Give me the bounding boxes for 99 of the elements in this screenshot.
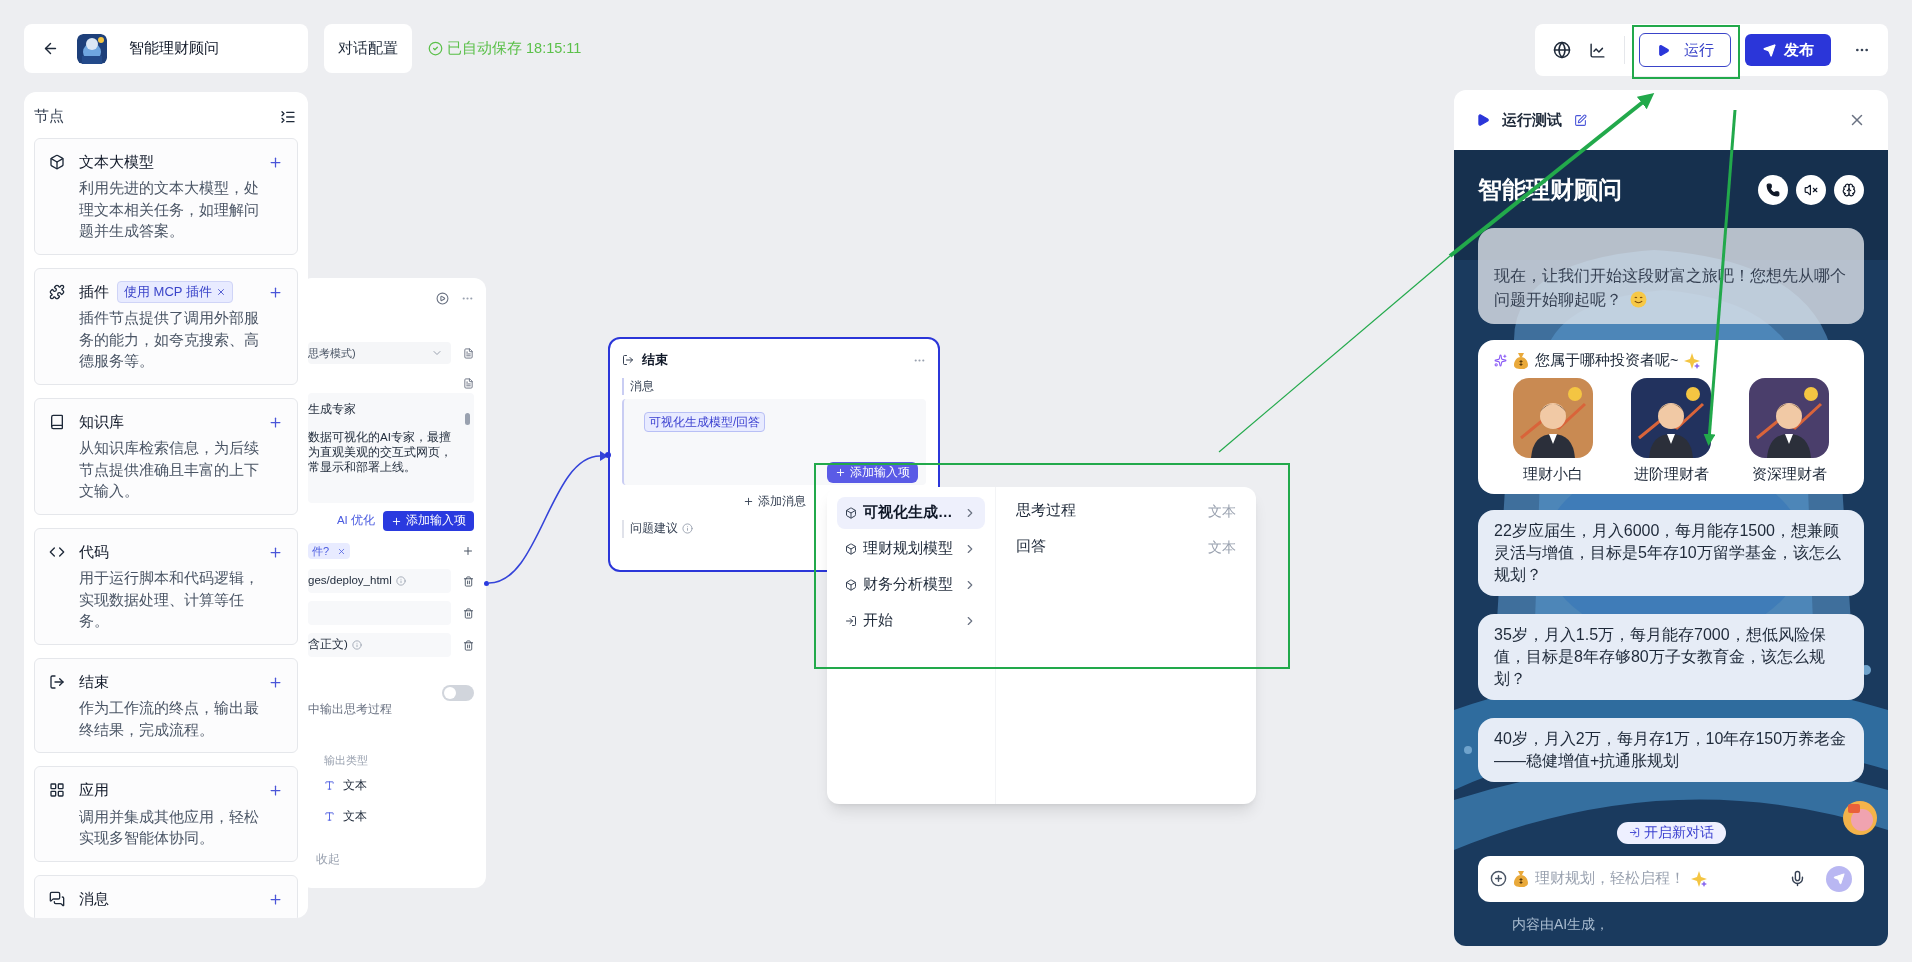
node-description: 利用先进的文本大模型，处理文本相关任务，如理解问题并生成答案。 [79, 178, 260, 242]
cube-icon [49, 153, 65, 170]
node-card[interactable]: 文本大模型 利用先进的文本大模型，处理文本相关任务，如理解问题并生成答案。 [34, 137, 298, 255]
app-title: 智能理财顾问 [129, 38, 219, 59]
add-icon[interactable] [268, 891, 283, 907]
node-title: 应用 [79, 780, 109, 801]
node-title: 知识库 [79, 411, 124, 432]
entry-icon [845, 615, 857, 627]
node-card[interactable]: 消息 [34, 874, 298, 918]
model-select[interactable]: 思考模式) [308, 342, 451, 364]
node-description: 插件节点提供了调用外部服务的能力，如夸克搜索、高德服务等。 [79, 308, 260, 372]
toggle-label: 中输出思考过程 [308, 702, 393, 717]
add-icon[interactable] [268, 544, 283, 560]
back-icon[interactable] [42, 40, 59, 57]
run-icon[interactable] [436, 291, 449, 305]
prompt-text: 数据可视化的AI专家，最擅 [308, 430, 452, 446]
grid-icon [49, 782, 65, 799]
field-label: 消息 [622, 377, 926, 395]
exit-icon [622, 354, 634, 367]
remove-icon[interactable] [337, 546, 347, 556]
variable-tag[interactable]: 可视化生成模型/回答 [644, 412, 766, 432]
text-type-icon [324, 779, 335, 791]
send-icon [1762, 43, 1776, 57]
prompt-text: 为直观美观的交互式网页， [308, 445, 453, 461]
puzzle-icon [49, 283, 65, 300]
add-icon[interactable] [268, 154, 283, 170]
chat-bubbles-icon [49, 890, 65, 907]
book-icon [49, 413, 65, 430]
exit-icon [49, 673, 65, 690]
play-icon [1656, 43, 1670, 57]
cube-icon [845, 579, 857, 591]
panel-title: 节点 [34, 107, 64, 126]
text-type-icon [324, 811, 335, 823]
node-title: 代码 [79, 541, 109, 562]
menu-item[interactable]: 财务分析模型 [837, 569, 985, 601]
add-icon[interactable] [268, 783, 283, 798]
mcp-tag[interactable]: 使用 MCP 插件 [117, 281, 233, 303]
node-card[interactable]: 结束 作为工作流的终点，输出最终结果，完成流程。 [34, 657, 298, 754]
plus-icon [835, 467, 846, 478]
add-icon[interactable] [268, 674, 283, 690]
add-icon[interactable] [268, 284, 283, 300]
prompt-heading: 生成专家 [308, 402, 357, 417]
collapse-panel-icon[interactable] [280, 108, 296, 125]
save-status: 已自动保存 18:15:11 [447, 38, 582, 58]
delete-icon[interactable] [463, 607, 474, 619]
add-message-button[interactable]: 添加消息 [743, 493, 806, 511]
edit-icon[interactable] [1574, 113, 1587, 127]
field-label: 问题建议 [630, 521, 678, 537]
chart-icon[interactable] [1589, 41, 1606, 59]
globe-icon[interactable] [1553, 41, 1571, 59]
toggle-switch[interactable] [442, 685, 474, 701]
node-card[interactable]: 插件 使用 MCP 插件 插件节点提供了调用外部服务的能力，如夸克搜索、高德服务等。 [34, 267, 298, 385]
input-field[interactable]: ges/deploy_html [308, 569, 451, 593]
node-description: 用于运行脚本和代码逻辑，实现数据处理、计算等任务。 [79, 568, 260, 632]
column-header: 输出类型 [324, 753, 369, 769]
cube-icon [845, 507, 857, 519]
add-icon[interactable] [462, 545, 474, 557]
cube-icon [845, 543, 857, 555]
add-icon[interactable] [268, 414, 283, 430]
node-description: 从知识库检索信息，为后续节点提供准确且丰富的上下文输入。 [79, 438, 260, 502]
ai-optimize-button[interactable]: AI 优化 [336, 512, 375, 530]
delete-icon[interactable] [463, 639, 474, 651]
variable-tag[interactable]: 件? [308, 543, 351, 559]
output-type: 文本 [343, 777, 367, 793]
info-icon [351, 640, 362, 650]
node-title: 插件 [79, 281, 109, 302]
play-icon [1476, 113, 1490, 127]
node-description: 作为工作流的终点，输出最终结果，完成流程。 [79, 698, 260, 740]
delete-icon[interactable] [463, 575, 474, 587]
node-card[interactable]: 应用 调用并集成其他应用，轻松实现多智能体协同。 [34, 766, 298, 862]
node-title: 消息 [79, 888, 109, 909]
plus-icon [391, 515, 402, 527]
node-title: 结束 [79, 671, 109, 692]
output-type: 文本 [343, 809, 367, 824]
panel-title: 运行测试 [1502, 109, 1562, 130]
plus-icon [743, 496, 754, 508]
prompt-text: 常显示和部署上线。 [308, 460, 417, 476]
remove-icon[interactable] [215, 287, 226, 297]
config-button[interactable]: 对话配置 [324, 24, 412, 73]
info-icon [395, 576, 406, 586]
scrollbar[interactable] [465, 413, 470, 425]
input-field[interactable]: 含正文) [308, 633, 451, 657]
run-button[interactable]: 运行 [1639, 33, 1731, 67]
node-description: 调用并集成其他应用，轻松实现多智能体协同。 [79, 806, 260, 849]
menu-item[interactable]: 思考过程 文本 [1016, 499, 1236, 523]
publish-button[interactable]: 发布 [1745, 34, 1831, 66]
add-input-button[interactable]: 添加输入项 [383, 511, 474, 531]
menu-item[interactable]: 可视化生成… [837, 497, 985, 529]
info-icon [682, 523, 693, 535]
prompt-editor[interactable]: 生成专家 数据可视化的AI专家，最擅 为直观美观的交互式网页， 常显示和部署上线。 [308, 393, 474, 503]
document-icon[interactable] [463, 347, 474, 359]
check-icon [428, 41, 443, 56]
document-icon[interactable] [463, 378, 474, 389]
node-title: 结束 [642, 352, 668, 369]
menu-item[interactable]: 回答 文本 [1016, 535, 1236, 559]
node-card[interactable]: 代码 用于运行脚本和代码逻辑，实现数据处理、计算等任务。 [34, 527, 298, 645]
node-card[interactable]: 知识库 从知识库检索信息，为后续节点提供准确且丰富的上下文输入。 [34, 397, 298, 515]
node-title: 文本大模型 [79, 151, 154, 172]
menu-item[interactable]: 开始 [837, 605, 985, 637]
